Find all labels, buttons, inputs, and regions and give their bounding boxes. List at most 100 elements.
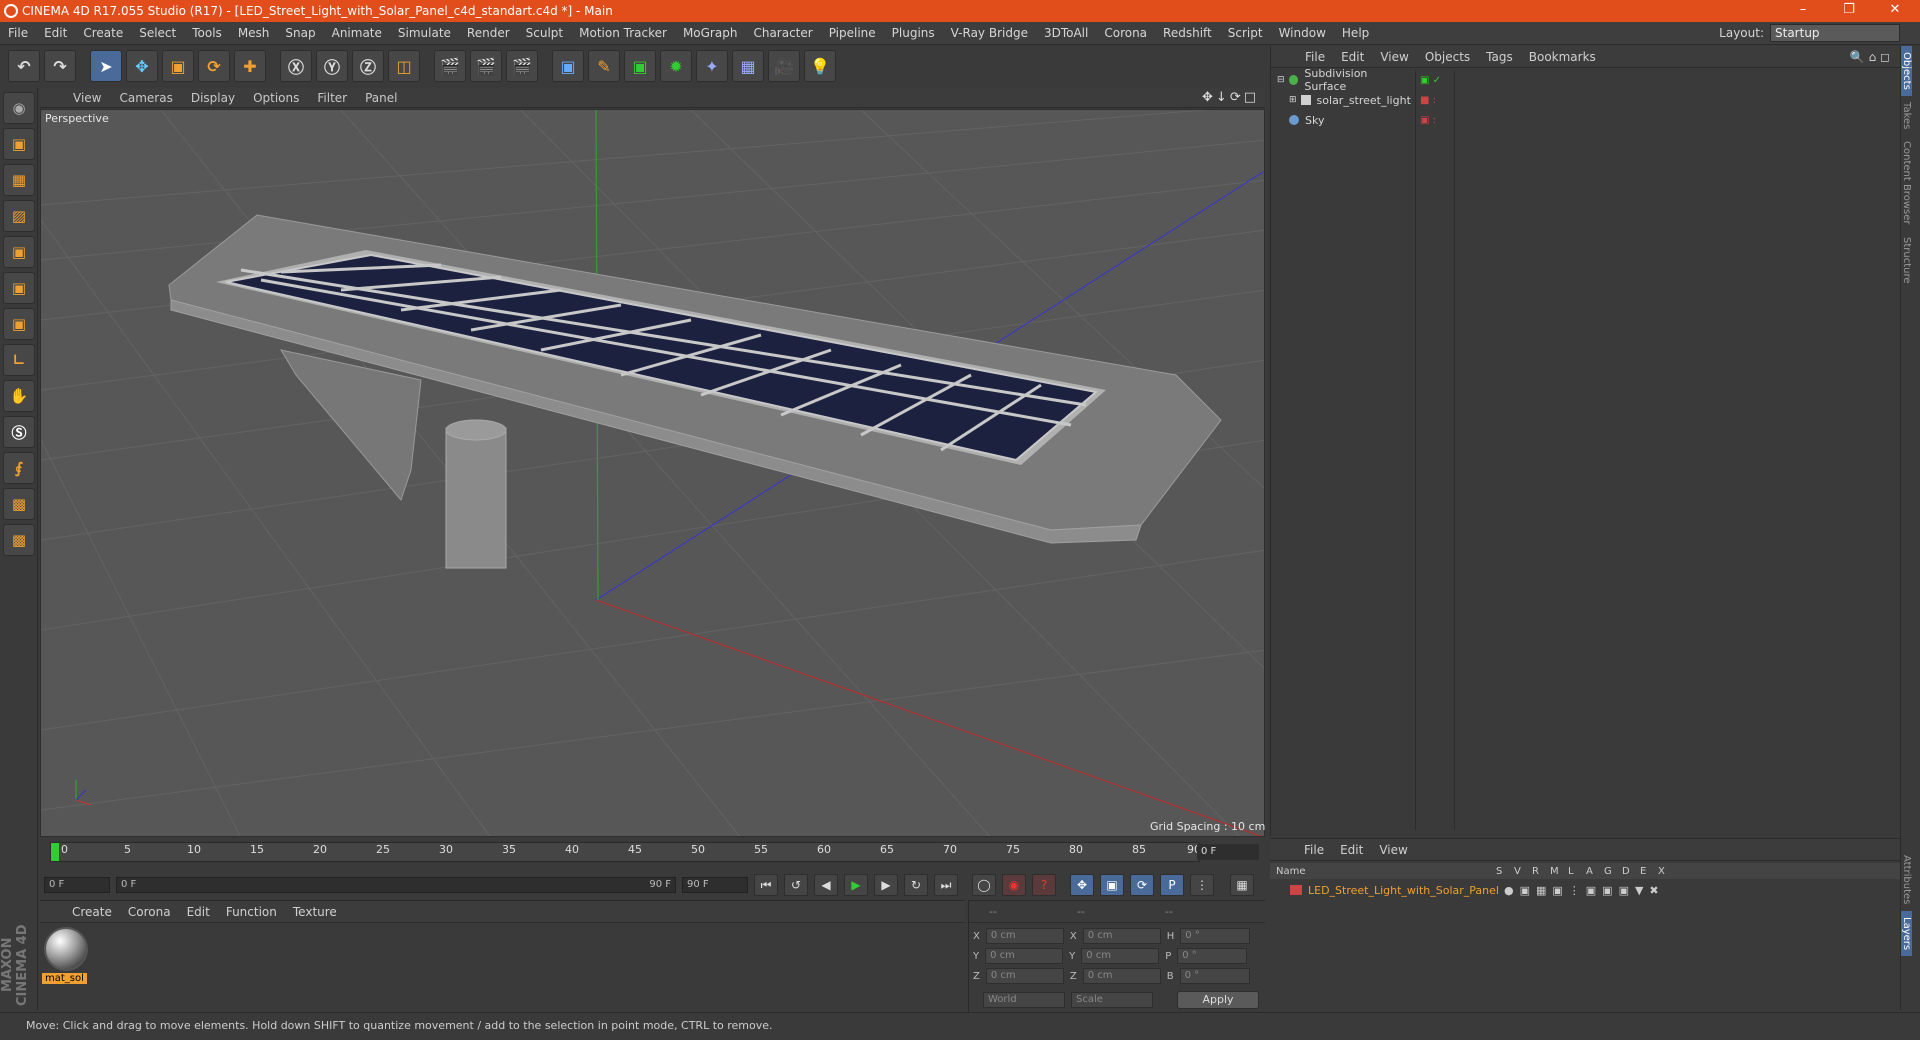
menu-create[interactable]: Create	[75, 26, 131, 40]
menu-snap[interactable]: Snap	[277, 26, 323, 40]
tab-objects[interactable]: Objects	[1901, 46, 1912, 96]
restore-button[interactable]: ❐	[1826, 0, 1872, 22]
perspective-viewport[interactable]	[40, 109, 1265, 837]
y-axis-icon[interactable]: Ⓨ	[316, 50, 348, 82]
render-picture-viewer-icon[interactable]: 🎬	[470, 50, 502, 82]
edit-render-settings-icon[interactable]: 🎬	[506, 50, 538, 82]
mat-menu-create[interactable]: Create	[64, 905, 120, 919]
viewport-menu-view[interactable]: View	[64, 91, 110, 105]
layer-menu-file[interactable]: File	[1296, 843, 1332, 857]
layer-row[interactable]: LED_Street_Light_with_Solar_Panel ●▣▦▣⋮▣…	[1270, 881, 1900, 899]
viewport-navigation-icons[interactable]: ✥↓⟳□	[1202, 90, 1259, 105]
viewport-menu-options[interactable]: Options	[244, 91, 308, 105]
rot-b-field[interactable]: 0 °	[1179, 968, 1250, 984]
key-pla-icon[interactable]: ⋮	[1190, 874, 1214, 896]
minimize-button[interactable]: –	[1780, 0, 1826, 22]
transform-icon[interactable]: ✚	[234, 50, 266, 82]
layer-menu-view[interactable]: View	[1371, 843, 1415, 857]
rotate-icon[interactable]: ⟳	[198, 50, 230, 82]
polygons-mode-icon[interactable]: ▣	[3, 308, 35, 340]
object-row-subdivision[interactable]: ⊟ Subdivision Surface	[1271, 67, 1411, 93]
rot-p-field[interactable]: 0 °	[1177, 948, 1248, 964]
subdivision-icon[interactable]: ▣	[624, 50, 656, 82]
menu-animate[interactable]: Animate	[324, 26, 390, 40]
timeline-layout-icon[interactable]: ▦	[1230, 874, 1254, 896]
obj-menu-bookmarks[interactable]: Bookmarks	[1521, 50, 1604, 64]
sculpt-mode-icon[interactable]: ◉	[3, 92, 35, 124]
x-axis-icon[interactable]: Ⓧ	[280, 50, 312, 82]
mat-menu-edit[interactable]: Edit	[179, 905, 218, 919]
size-x-field[interactable]: 0 cm	[1082, 928, 1161, 944]
obj-menu-objects[interactable]: Objects	[1417, 50, 1478, 64]
menu-sculpt[interactable]: Sculpt	[518, 26, 571, 40]
layer-flags-icons[interactable]: ●▣▦▣⋮▣▣▣▼✖	[1504, 884, 1665, 897]
key-scale-icon[interactable]: ▣	[1100, 874, 1124, 896]
timeline-ruler[interactable]: 0 5 10 15 20 25 30 35 40 45 50 55 60 65 …	[50, 842, 1201, 862]
edges-mode-icon[interactable]: ▣	[3, 272, 35, 304]
menu-window[interactable]: Window	[1271, 26, 1334, 40]
playhead-marker[interactable]	[51, 843, 59, 861]
obj-manager-search-icon[interactable]: 🔍 ⌂ ◻	[1850, 50, 1890, 64]
layer-menu-edit[interactable]: Edit	[1332, 843, 1371, 857]
pos-z-field[interactable]: 0 cm	[985, 968, 1064, 984]
menu-simulate[interactable]: Simulate	[390, 26, 459, 40]
menu-character[interactable]: Character	[745, 26, 820, 40]
checkmark-icon[interactable]: ▣ ✓	[1416, 70, 1454, 90]
render-view-icon[interactable]: 🎬	[434, 50, 466, 82]
material-tag-icon[interactable]: ■ :	[1416, 90, 1454, 110]
deformer-icon[interactable]: ✦	[696, 50, 728, 82]
object-row-sky[interactable]: Sky	[1271, 110, 1411, 130]
menu-help[interactable]: Help	[1334, 26, 1377, 40]
workplane-icon[interactable]: ▨	[3, 200, 35, 232]
menu-file[interactable]: File	[0, 26, 36, 40]
layout-dropdown[interactable]: Startup	[1770, 24, 1900, 42]
obj-menu-file[interactable]: File	[1297, 50, 1333, 64]
snap-icon[interactable]: ⨐	[3, 452, 35, 484]
floor-icon[interactable]: ▦	[732, 50, 764, 82]
tab-takes[interactable]: Takes	[1901, 96, 1912, 135]
menu-redshift[interactable]: Redshift	[1155, 26, 1220, 40]
mat-menu-texture[interactable]: Texture	[285, 905, 345, 919]
mat-menu-function[interactable]: Function	[218, 905, 285, 919]
end-frame-field[interactable]: 90 F	[682, 877, 748, 893]
array-icon[interactable]: ✹	[660, 50, 692, 82]
viewport-menu-panel[interactable]: Panel	[356, 91, 406, 105]
mat-menu-corona[interactable]: Corona	[120, 905, 179, 919]
menu-mograph[interactable]: MoGraph	[675, 26, 746, 40]
axis-mode-icon[interactable]: ∟	[3, 344, 35, 376]
go-to-end-icon[interactable]: ⏭	[934, 874, 958, 896]
frame-range-slider[interactable]: 0 F 90 F	[116, 877, 676, 893]
obj-menu-view[interactable]: View	[1372, 50, 1416, 64]
menu-render[interactable]: Render	[459, 26, 518, 40]
apply-button[interactable]: Apply	[1177, 991, 1259, 1009]
menu-plugins[interactable]: Plugins	[884, 26, 943, 40]
tab-attributes[interactable]: Attributes	[1901, 849, 1912, 910]
pen-spline-icon[interactable]: ✎	[588, 50, 620, 82]
select-arrow-icon[interactable]: ➤	[90, 50, 122, 82]
material-name-label[interactable]: mat_sol	[42, 973, 87, 984]
viewport-menu-display[interactable]: Display	[182, 91, 244, 105]
rot-h-field[interactable]: 0 °	[1180, 928, 1251, 944]
visibility-dots-icon[interactable]: ▣ :	[1416, 110, 1454, 130]
close-button[interactable]: ✕	[1872, 0, 1918, 22]
workplane-lock-icon[interactable]: ▩	[3, 488, 35, 520]
move-icon[interactable]: ✥	[126, 50, 158, 82]
autokey-icon[interactable]: ?	[1032, 874, 1056, 896]
menu-mesh[interactable]: Mesh	[230, 26, 278, 40]
size-y-field[interactable]: 0 cm	[1081, 948, 1160, 964]
current-frame-field[interactable]: 0 F	[1197, 844, 1259, 860]
keyframe-selection-icon[interactable]: ◯	[972, 874, 996, 896]
obj-menu-edit[interactable]: Edit	[1333, 50, 1372, 64]
key-position-icon[interactable]: ✥	[1070, 874, 1094, 896]
tab-content-browser[interactable]: Content Browser	[1901, 135, 1912, 230]
viewport-menu-filter[interactable]: Filter	[308, 91, 356, 105]
cube-icon[interactable]: ▣	[552, 50, 584, 82]
key-parameter-icon[interactable]: P	[1160, 874, 1184, 896]
go-to-start-icon[interactable]: ⏮	[754, 874, 778, 896]
menu-corona[interactable]: Corona	[1096, 26, 1155, 40]
points-mode-icon[interactable]: ▣	[3, 236, 35, 268]
tweak-mode-icon[interactable]: ✋	[3, 380, 35, 412]
menu-tools[interactable]: Tools	[184, 26, 230, 40]
record-icon[interactable]: ◉	[1002, 874, 1026, 896]
pos-y-field[interactable]: 0 cm	[985, 948, 1064, 964]
